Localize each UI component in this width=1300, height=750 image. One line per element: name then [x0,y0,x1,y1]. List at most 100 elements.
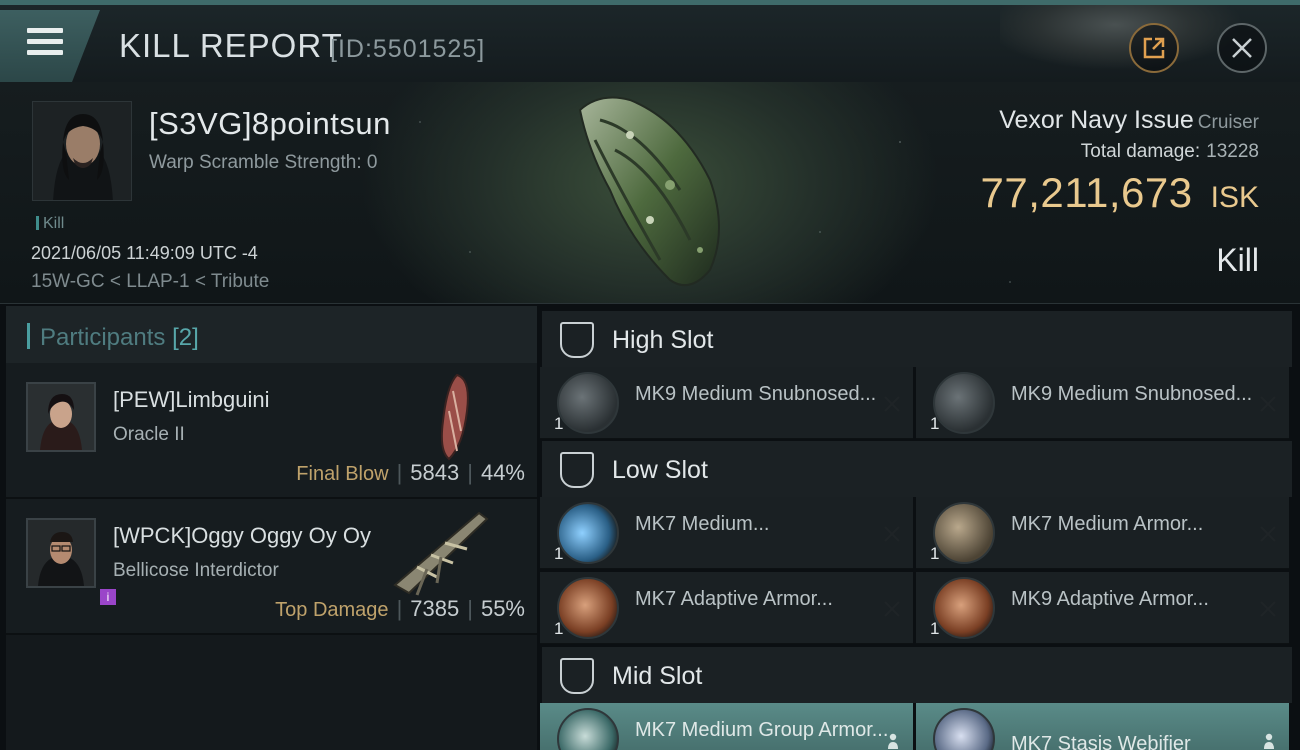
victim-ship-name: Vexor Navy Issue [999,106,1194,134]
total-damage-value: 13228 [1206,141,1259,162]
high-slot-label: High Slot [612,326,714,354]
participants-label: Participants [40,324,166,351]
participant-damage: 5843 [410,460,460,485]
module-name: MK7 Adaptive Armor... [635,588,833,610]
participants-count: [2] [172,324,199,351]
module-item[interactable]: 1 MK7 Stasis Webifier [916,703,1289,750]
remove-x-icon[interactable] [1259,600,1277,618]
kill-result: Kill [1216,242,1259,278]
portrait-image [28,520,94,586]
module-icon [557,577,619,639]
remove-x-icon[interactable] [1259,525,1277,543]
shield-icon [560,658,594,694]
module-icon [557,372,619,434]
mid-slot-header: Mid Slot [542,647,1292,703]
module-name: MK7 Medium Armor... [1011,513,1204,535]
module-quantity: 1 [930,619,940,638]
victim-ship-type[interactable]: Vexor Navy Issue Cruiser [999,106,1259,135]
participant-percent: 44% [480,460,525,485]
title-bar: KILL REPORT [ID:5501525] [0,0,1300,87]
module-quantity: 1 [930,414,940,433]
remove-x-icon[interactable] [1259,395,1277,413]
person-icon [1264,733,1274,749]
participant-stats: Top Damage | 7385 | 55% [275,596,525,621]
total-damage: Total damage: 13228 [1081,141,1259,163]
low-slot-label: Low Slot [612,456,708,484]
menu-button[interactable] [0,10,100,82]
participant-name[interactable]: [PEW]Limbguini [113,387,270,413]
module-name: MK9 Medium Snubnosed... [635,383,877,405]
module-quantity: 1 [554,414,564,433]
participant-avatar[interactable] [26,382,96,452]
module-name: MK7 Medium Group Armor... [635,719,889,741]
share-icon [1143,37,1165,59]
module-icon [933,708,995,750]
fitting-panel: High Slot 1 MK9 Medium Snubnosed... 1 MK… [540,306,1300,750]
module-icon [933,577,995,639]
participant-damage: 7385 [410,596,460,621]
participant-tag: Top Damage [275,599,389,621]
participant-avatar[interactable]: i [26,518,116,605]
module-icon [557,708,619,750]
low-slot-header: Low Slot [542,441,1292,497]
module-item[interactable]: 1 MK7 Adaptive Armor... [540,572,913,644]
isk-unit: ISK [1210,181,1259,214]
share-button[interactable] [1129,23,1179,73]
participants-panel: Participants [2] [PEW]Limbguini Oracle I… [6,306,537,750]
remove-x-icon[interactable] [883,600,901,618]
module-name: MK9 Medium Snubnosed... [1011,383,1253,405]
participants-header: Participants [2] [6,306,537,363]
portrait-image [28,384,94,450]
module-item[interactable]: 1 MK9 Adaptive Armor... [916,572,1289,644]
module-name: MK7 Stasis Webifier [1011,733,1191,750]
mid-slot-label: Mid Slot [612,662,703,690]
victim-avatar[interactable] [32,101,132,201]
module-item[interactable]: 1 MK7 Medium Armor... [916,497,1289,569]
participant-ship-image[interactable] [387,371,497,461]
participant-stats: Final Blow | 5843 | 44% [296,460,525,485]
hamburger-icon [27,28,63,61]
module-item[interactable]: 1 MK9 Medium Snubnosed... [916,367,1289,439]
shield-icon [560,452,594,488]
participant-ship[interactable]: Bellicose Interdictor [113,560,279,582]
module-icon [933,502,995,564]
victim-pilot-name[interactable]: [S3VG]8pointsun [149,106,391,142]
module-item[interactable]: 1 MK7 Medium... [540,497,913,569]
module-name: MK9 Adaptive Armor... [1011,588,1209,610]
victim-ship-class: Cruiser [1197,112,1259,133]
victim-panel: [S3VG]8pointsun Warp Scramble Strength: … [0,82,1300,304]
isk-value: 77,211,673 ISK [981,169,1259,217]
module-item[interactable]: 1 MK9 Medium Snubnosed... [540,367,913,439]
shield-icon [560,322,594,358]
kill-location[interactable]: 15W-GC < LLAP-1 < Tribute [31,271,269,293]
participant-ship[interactable]: Oracle II [113,424,185,446]
participant-percent: 55% [480,596,525,621]
participant-tag: Final Blow [296,463,389,485]
remove-x-icon[interactable] [883,525,901,543]
module-name: MK7 Medium... [635,513,770,535]
participant-ship-image[interactable] [387,507,497,597]
close-button[interactable] [1217,23,1267,73]
person-icon [888,733,898,749]
module-quantity: 1 [554,544,564,563]
warp-scramble-strength: Warp Scramble Strength: 0 [149,152,378,173]
kill-datetime: 2021/06/05 11:49:09 UTC -4 [31,243,258,263]
report-id: [ID:5501525] [330,35,486,63]
kill-type-tag: Kill [36,215,64,233]
module-item[interactable]: 1 MK7 Medium Group Armor... [540,703,913,750]
isk-amount: 77,211,673 [980,169,1193,216]
victim-ship-image[interactable] [560,90,740,295]
participant-name[interactable]: [WPCK]Oggy Oggy Oy Oy [113,523,371,549]
module-quantity: 1 [930,544,940,563]
module-icon [933,372,995,434]
participant-row[interactable]: i [WPCK]Oggy Oggy Oy Oy Bellicose Interd… [6,499,537,635]
high-slot-header: High Slot [542,311,1292,367]
module-icon [557,502,619,564]
page-title: KILL REPORT [119,27,343,64]
kill-type-label: Kill [43,215,65,232]
participant-row[interactable]: [PEW]Limbguini Oracle II Final Blow | 5843… [6,363,537,499]
portrait-image [33,102,131,200]
pilot-role-badge: i [100,589,116,605]
total-damage-label: Total damage: [1080,141,1201,162]
remove-x-icon[interactable] [883,395,901,413]
